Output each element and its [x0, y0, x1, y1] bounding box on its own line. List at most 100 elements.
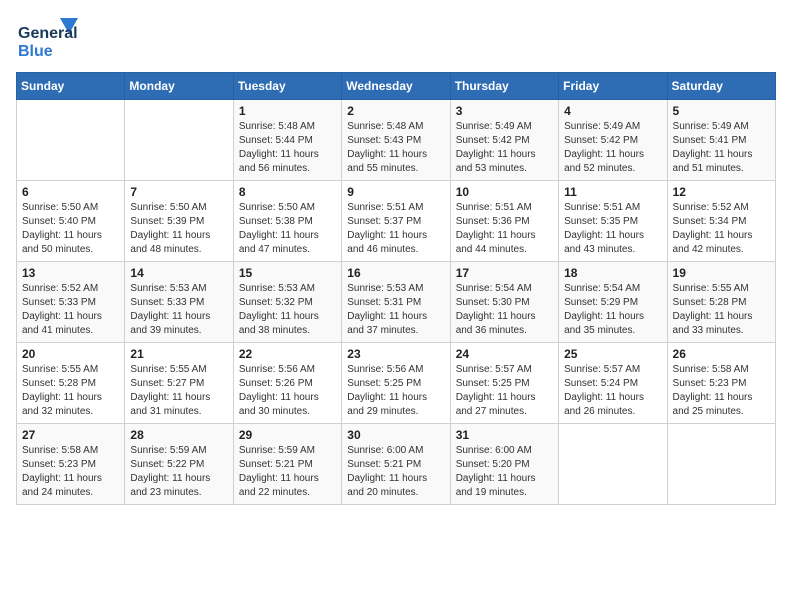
day-info: Sunrise: 5:59 AMSunset: 5:22 PMDaylight:…	[130, 444, 227, 500]
calendar-cell: 8 Sunrise: 5:50 AMSunset: 5:38 PMDaylight…	[233, 181, 341, 262]
day-number: 9	[347, 185, 444, 199]
day-info: Sunrise: 5:55 AMSunset: 5:27 PMDaylight:…	[130, 363, 227, 419]
day-info: Sunrise: 5:54 AMSunset: 5:29 PMDaylight:…	[564, 282, 661, 338]
day-number: 22	[239, 347, 336, 361]
day-number: 20	[22, 347, 119, 361]
calendar-cell: 22 Sunrise: 5:56 AMSunset: 5:26 PMDayligh…	[233, 343, 341, 424]
calendar-cell: 4 Sunrise: 5:49 AMSunset: 5:42 PMDaylight…	[559, 100, 667, 181]
day-info: Sunrise: 6:00 AMSunset: 5:21 PMDaylight:…	[347, 444, 444, 500]
calendar-cell: 14Sunrise: 5:53 AMSunset: 5:33 PMDayligh…	[125, 262, 233, 343]
calendar-cell	[559, 424, 667, 505]
day-number: 16	[347, 266, 444, 280]
calendar-cell: 29Sunrise: 5:59 AMSunset: 5:21 PMDayligh…	[233, 424, 341, 505]
calendar-cell: 25 Sunrise: 5:57 AMSunset: 5:24 PMDayligh…	[559, 343, 667, 424]
day-number: 11	[564, 185, 661, 199]
calendar-header-row: SundayMondayTuesdayWednesdayThursdayFrid…	[17, 73, 776, 100]
day-info: Sunrise: 5:49 AMSunset: 5:41 PMDaylight:…	[673, 120, 770, 176]
calendar-week-1: 6 Sunrise: 5:50 AMSunset: 5:40 PMDaylight…	[17, 181, 776, 262]
day-info: Sunrise: 5:59 AMSunset: 5:21 PMDaylight:…	[239, 444, 336, 500]
day-info: Sunrise: 5:50 AMSunset: 5:40 PMDaylight:…	[22, 201, 119, 257]
day-number: 7	[130, 185, 227, 199]
calendar-cell	[17, 100, 125, 181]
calendar-cell: 20 Sunrise: 5:55 AMSunset: 5:28 PMDayligh…	[17, 343, 125, 424]
page-header: GeneralBlue	[16, 16, 776, 60]
day-number: 18	[564, 266, 661, 280]
calendar-cell: 27Sunrise: 5:58 AMSunset: 5:23 PMDayligh…	[17, 424, 125, 505]
day-info: Sunrise: 5:57 AMSunset: 5:25 PMDaylight:…	[456, 363, 553, 419]
calendar-cell: 31Sunrise: 6:00 AMSunset: 5:20 PMDayligh…	[450, 424, 558, 505]
calendar-week-0: 1 Sunrise: 5:48 AMSunset: 5:44 PMDaylight…	[17, 100, 776, 181]
calendar-header-wednesday: Wednesday	[342, 73, 450, 100]
day-info: Sunrise: 5:56 AMSunset: 5:25 PMDaylight:…	[347, 363, 444, 419]
calendar-cell: 10 Sunrise: 5:51 AMSunset: 5:36 PMDayligh…	[450, 181, 558, 262]
day-info: Sunrise: 5:53 AMSunset: 5:32 PMDaylight:…	[239, 282, 336, 338]
day-number: 31	[456, 428, 553, 442]
calendar-week-3: 20 Sunrise: 5:55 AMSunset: 5:28 PMDayligh…	[17, 343, 776, 424]
day-number: 8	[239, 185, 336, 199]
calendar-cell	[125, 100, 233, 181]
day-info: Sunrise: 5:48 AMSunset: 5:43 PMDaylight:…	[347, 120, 444, 176]
calendar-cell: 19Sunrise: 5:55 AMSunset: 5:28 PMDayligh…	[667, 262, 775, 343]
calendar-week-4: 27Sunrise: 5:58 AMSunset: 5:23 PMDayligh…	[17, 424, 776, 505]
calendar-cell: 26 Sunrise: 5:58 AMSunset: 5:23 PMDayligh…	[667, 343, 775, 424]
day-number: 25	[564, 347, 661, 361]
logo: GeneralBlue	[16, 16, 96, 60]
calendar-cell: 16 Sunrise: 5:53 AMSunset: 5:31 PMDayligh…	[342, 262, 450, 343]
day-info: Sunrise: 5:50 AMSunset: 5:39 PMDaylight:…	[130, 201, 227, 257]
calendar-cell: 2 Sunrise: 5:48 AMSunset: 5:43 PMDaylight…	[342, 100, 450, 181]
calendar-cell: 17 Sunrise: 5:54 AMSunset: 5:30 PMDayligh…	[450, 262, 558, 343]
calendar-cell: 1 Sunrise: 5:48 AMSunset: 5:44 PMDaylight…	[233, 100, 341, 181]
day-number: 14	[130, 266, 227, 280]
day-info: Sunrise: 5:51 AMSunset: 5:37 PMDaylight:…	[347, 201, 444, 257]
svg-text:Blue: Blue	[18, 43, 53, 60]
day-number: 17	[456, 266, 553, 280]
calendar-week-2: 13 Sunrise: 5:52 AMSunset: 5:33 PMDayligh…	[17, 262, 776, 343]
day-number: 23	[347, 347, 444, 361]
calendar-cell: 23 Sunrise: 5:56 AMSunset: 5:25 PMDayligh…	[342, 343, 450, 424]
day-number: 13	[22, 266, 119, 280]
day-number: 30	[347, 428, 444, 442]
day-info: Sunrise: 5:58 AMSunset: 5:23 PMDaylight:…	[673, 363, 770, 419]
day-number: 6	[22, 185, 119, 199]
day-info: Sunrise: 5:48 AMSunset: 5:44 PMDaylight:…	[239, 120, 336, 176]
day-number: 21	[130, 347, 227, 361]
calendar-cell: 28Sunrise: 5:59 AMSunset: 5:22 PMDayligh…	[125, 424, 233, 505]
calendar-cell: 12 Sunrise: 5:52 AMSunset: 5:34 PMDayligh…	[667, 181, 775, 262]
day-number: 24	[456, 347, 553, 361]
day-number: 5	[673, 104, 770, 118]
day-number: 26	[673, 347, 770, 361]
calendar-cell: 11 Sunrise: 5:51 AMSunset: 5:35 PMDayligh…	[559, 181, 667, 262]
svg-text:General: General	[18, 25, 78, 42]
day-info: Sunrise: 5:53 AMSunset: 5:31 PMDaylight:…	[347, 282, 444, 338]
day-info: Sunrise: 5:55 AMSunset: 5:28 PMDaylight:…	[22, 363, 119, 419]
day-info: Sunrise: 5:54 AMSunset: 5:30 PMDaylight:…	[456, 282, 553, 338]
day-info: Sunrise: 5:52 AMSunset: 5:33 PMDaylight:…	[22, 282, 119, 338]
day-info: Sunrise: 5:50 AMSunset: 5:38 PMDaylight:…	[239, 201, 336, 257]
calendar-cell	[667, 424, 775, 505]
day-number: 2	[347, 104, 444, 118]
calendar-header-friday: Friday	[559, 73, 667, 100]
calendar-header-tuesday: Tuesday	[233, 73, 341, 100]
day-info: Sunrise: 5:51 AMSunset: 5:35 PMDaylight:…	[564, 201, 661, 257]
calendar-cell: 30 Sunrise: 6:00 AMSunset: 5:21 PMDayligh…	[342, 424, 450, 505]
day-info: Sunrise: 5:56 AMSunset: 5:26 PMDaylight:…	[239, 363, 336, 419]
day-info: Sunrise: 5:49 AMSunset: 5:42 PMDaylight:…	[564, 120, 661, 176]
calendar-header-saturday: Saturday	[667, 73, 775, 100]
calendar-cell: 13 Sunrise: 5:52 AMSunset: 5:33 PMDayligh…	[17, 262, 125, 343]
calendar-cell: 18 Sunrise: 5:54 AMSunset: 5:29 PMDayligh…	[559, 262, 667, 343]
calendar-cell: 3Sunrise: 5:49 AMSunset: 5:42 PMDaylight…	[450, 100, 558, 181]
day-number: 15	[239, 266, 336, 280]
calendar-table: SundayMondayTuesdayWednesdayThursdayFrid…	[16, 72, 776, 505]
day-number: 27	[22, 428, 119, 442]
day-number: 10	[456, 185, 553, 199]
calendar-header-thursday: Thursday	[450, 73, 558, 100]
calendar-cell: 21 Sunrise: 5:55 AMSunset: 5:27 PMDayligh…	[125, 343, 233, 424]
day-info: Sunrise: 5:52 AMSunset: 5:34 PMDaylight:…	[673, 201, 770, 257]
calendar-body: 1 Sunrise: 5:48 AMSunset: 5:44 PMDaylight…	[17, 100, 776, 505]
day-number: 12	[673, 185, 770, 199]
day-number: 1	[239, 104, 336, 118]
day-number: 4	[564, 104, 661, 118]
day-info: Sunrise: 5:57 AMSunset: 5:24 PMDaylight:…	[564, 363, 661, 419]
calendar-cell: 7 Sunrise: 5:50 AMSunset: 5:39 PMDaylight…	[125, 181, 233, 262]
day-info: Sunrise: 5:51 AMSunset: 5:36 PMDaylight:…	[456, 201, 553, 257]
